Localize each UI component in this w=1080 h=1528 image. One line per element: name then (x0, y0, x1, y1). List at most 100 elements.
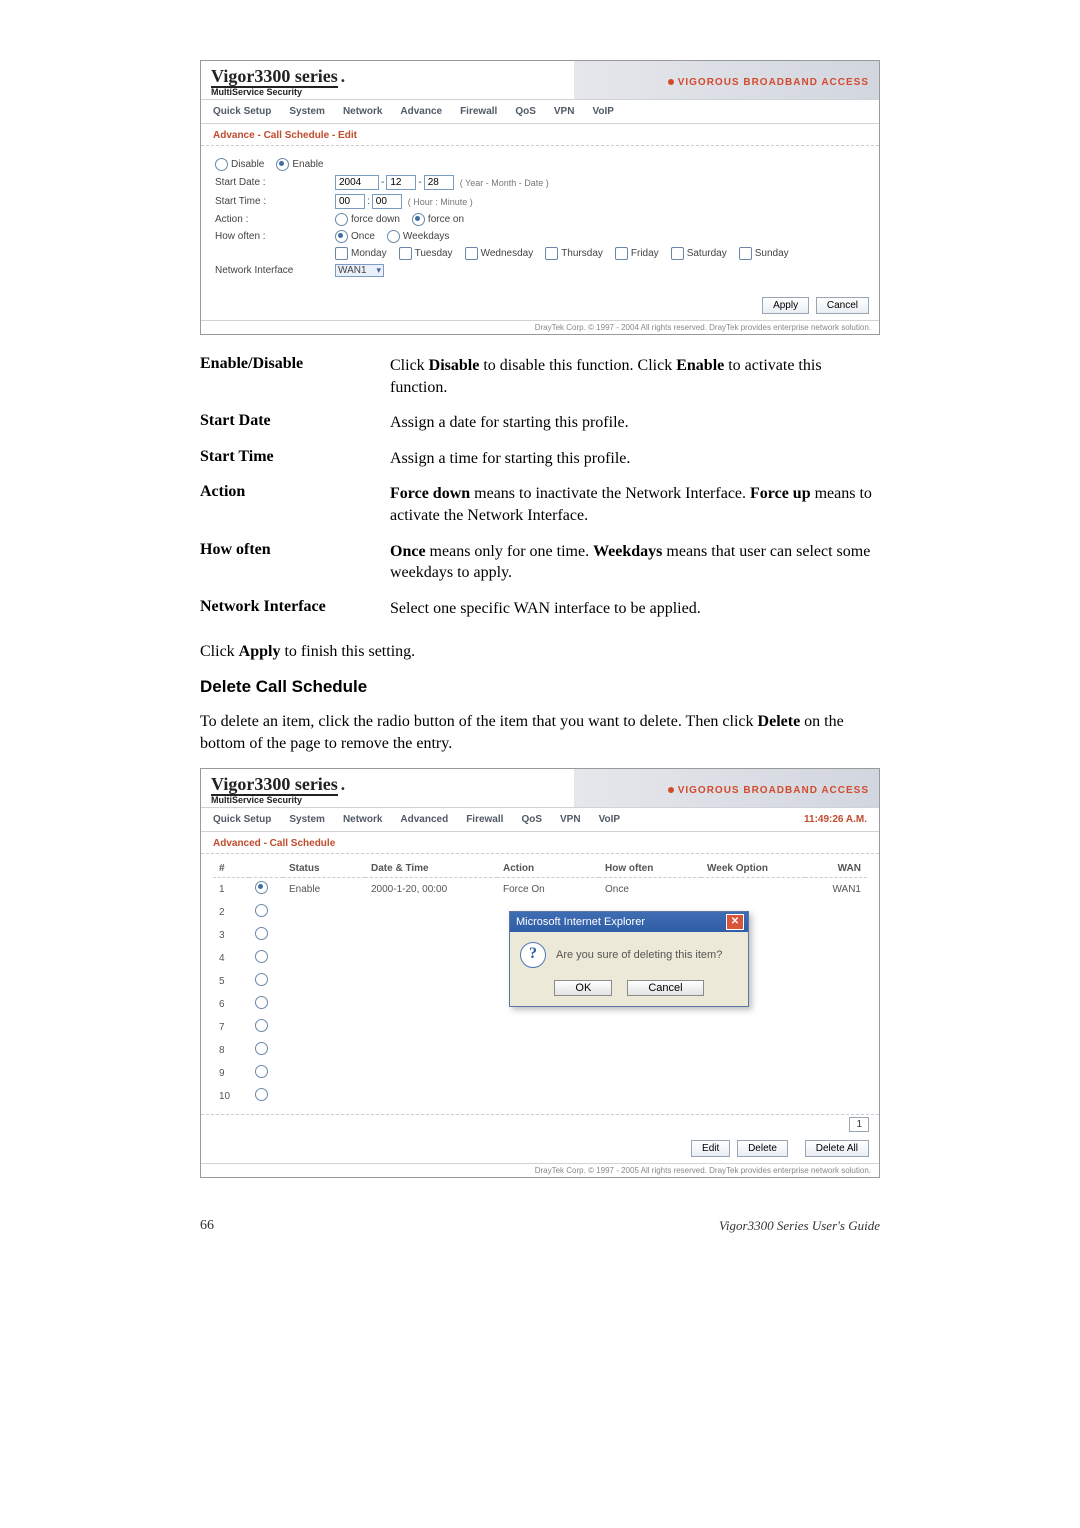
day-sunday[interactable]: Sunday (739, 247, 789, 260)
row-radio[interactable] (255, 1042, 268, 1055)
menu-voip[interactable]: VoIP (592, 106, 613, 117)
network-interface-select[interactable]: WAN1▾ (335, 264, 384, 277)
term-start-date: Start Date (200, 412, 390, 434)
dialog-cancel-button[interactable]: Cancel (627, 980, 703, 996)
router-logo-sub-2: MultiService Security (211, 795, 302, 805)
col-status: Status (283, 860, 365, 878)
menu-firewall[interactable]: Firewall (460, 106, 497, 117)
menu-advance[interactable]: Advance (400, 106, 442, 117)
page-number[interactable]: 1 (849, 1117, 869, 1132)
year-input[interactable] (335, 175, 379, 190)
router-logo-sub: MultiService Security (211, 87, 302, 97)
term-how-often: How often (200, 541, 390, 584)
copyright-1: DrayTek Corp. © 1997 - 2004 All rights r… (201, 320, 879, 334)
desc-how-often: Once means only for one time. Weekdays m… (390, 541, 880, 584)
delete-button[interactable]: Delete (737, 1140, 788, 1157)
day-tuesday[interactable]: Tuesday (399, 247, 453, 260)
row-radio[interactable] (255, 950, 268, 963)
term-start-time: Start Time (200, 448, 390, 470)
start-time-label: Start Time : (215, 196, 335, 207)
menu2-voip[interactable]: VoIP (599, 814, 620, 825)
close-icon[interactable]: ✕ (726, 914, 744, 930)
menu-vpn[interactable]: VPN (554, 106, 575, 117)
section-title-edit: Advance - Call Schedule - Edit (201, 124, 879, 146)
question-icon: ? (520, 942, 546, 968)
minute-input[interactable] (372, 194, 402, 209)
weekdays-option[interactable]: Weekdays (387, 230, 450, 243)
day-input[interactable] (424, 175, 454, 190)
table-row: 1 Enable 2000-1-20, 00:00 Force On Once … (213, 878, 867, 901)
col-datetime: Date & Time (365, 860, 497, 878)
edit-button[interactable]: Edit (691, 1140, 730, 1157)
row-radio-1[interactable] (255, 881, 268, 894)
force-on-option[interactable]: force on (412, 213, 464, 226)
router-header: Vigor3300 series . MultiService Security… (201, 61, 879, 100)
row-radio[interactable] (255, 1088, 268, 1101)
tagline-2: VIGOROUS BROADBAND ACCESS (668, 785, 869, 796)
date-hint: ( Year - Month - Date ) (460, 178, 549, 188)
guide-title: Vigor3300 Series User's Guide (719, 1218, 880, 1234)
hour-input[interactable] (335, 194, 365, 209)
col-wan: WAN (805, 860, 867, 878)
menu2-system[interactable]: System (289, 814, 325, 825)
menu-network[interactable]: Network (343, 106, 382, 117)
confirm-dialog: Microsoft Internet Explorer ✕ ? Are you … (509, 911, 749, 1007)
day-saturday[interactable]: Saturday (671, 247, 727, 260)
desc-enable: Click Disable to disable this function. … (390, 355, 880, 398)
action-label: Action : (215, 214, 335, 225)
menu2-qos[interactable]: QoS (521, 814, 542, 825)
cancel-button[interactable]: Cancel (816, 297, 869, 314)
router-logo: Vigor3300 series (211, 66, 338, 88)
month-input[interactable] (386, 175, 416, 190)
page-number-footer: 66 (200, 1218, 214, 1234)
tagline: VIGOROUS BROADBAND ACCESS (668, 77, 869, 88)
table-row: 2 Microsoft Internet Explorer ✕ ? Are yo… (213, 901, 867, 924)
enable-option[interactable]: Enable (276, 158, 323, 171)
row-radio[interactable] (255, 973, 268, 986)
row-radio[interactable] (255, 904, 268, 917)
menu2-firewall[interactable]: Firewall (466, 814, 503, 825)
disable-option[interactable]: Disable (215, 158, 264, 171)
table-row: 9 (213, 1062, 867, 1085)
main-menu-2: Quick Setup System Network Advanced Fire… (201, 808, 879, 832)
router-logo-2: Vigor3300 series (211, 774, 338, 796)
router-header-2: Vigor3300 series . MultiService Security… (201, 769, 879, 808)
menu-quick-setup[interactable]: Quick Setup (213, 106, 271, 117)
time-hint: ( Hour : Minute ) (408, 197, 473, 207)
day-friday[interactable]: Friday (615, 247, 659, 260)
menu2-vpn[interactable]: VPN (560, 814, 581, 825)
day-thursday[interactable]: Thursday (545, 247, 603, 260)
apply-button[interactable]: Apply (762, 297, 809, 314)
col-num: # (213, 860, 249, 878)
tagline-dot-icon-2 (668, 787, 674, 793)
desc-action: Force down means to inactivate the Netwo… (390, 483, 880, 526)
row-radio[interactable] (255, 1019, 268, 1032)
row-radio[interactable] (255, 1065, 268, 1078)
tagline-dot-icon (668, 79, 674, 85)
clock: 11:49:26 A.M. (804, 814, 867, 825)
delete-all-button[interactable]: Delete All (805, 1140, 869, 1157)
section-title-list: Advanced - Call Schedule (201, 832, 879, 854)
col-weekopt: Week Option (701, 860, 805, 878)
menu2-advanced[interactable]: Advanced (400, 814, 448, 825)
table-row: 7 (213, 1016, 867, 1039)
row-radio[interactable] (255, 927, 268, 940)
dialog-title: Microsoft Internet Explorer (516, 916, 645, 928)
col-howoften: How often (599, 860, 701, 878)
desc-network-interface: Select one specific WAN interface to be … (390, 598, 880, 620)
page-footer: 66 Vigor3300 Series User's Guide (200, 1218, 880, 1234)
menu-qos[interactable]: QoS (515, 106, 536, 117)
force-down-option[interactable]: force down (335, 213, 400, 226)
dialog-ok-button[interactable]: OK (554, 980, 612, 996)
once-option[interactable]: Once (335, 230, 375, 243)
menu-system[interactable]: System (289, 106, 325, 117)
term-network-interface: Network Interface (200, 598, 390, 620)
menu2-quick-setup[interactable]: Quick Setup (213, 814, 271, 825)
copyright-2: DrayTek Corp. © 1997 - 2005 All rights r… (201, 1163, 879, 1177)
schedule-table: # Status Date & Time Action How often We… (213, 860, 867, 1108)
menu2-network[interactable]: Network (343, 814, 382, 825)
term-enable: Enable/Disable (200, 355, 390, 398)
row-radio[interactable] (255, 996, 268, 1009)
day-wednesday[interactable]: Wednesday (465, 247, 534, 260)
day-monday[interactable]: Monday (335, 247, 387, 260)
